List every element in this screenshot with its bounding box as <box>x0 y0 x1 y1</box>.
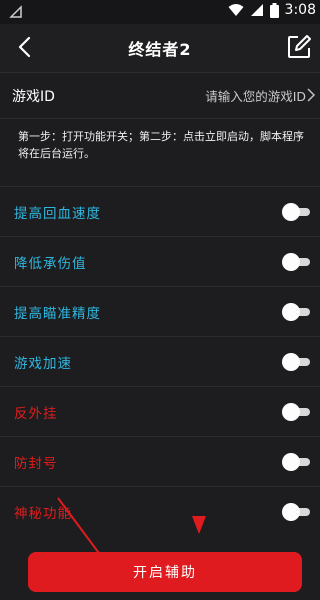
toggle-switch[interactable] <box>282 453 310 471</box>
page-title: 终结者2 <box>128 40 192 59</box>
chevron-right-icon <box>307 88 316 102</box>
feature-row-mystery[interactable]: 神秘功能 <box>0 486 320 537</box>
feature-row-aim-accuracy[interactable]: 提高瞄准精度 <box>0 286 320 337</box>
feature-label: 降低承伤值 <box>14 256 87 272</box>
start-assist-label: 开启辅助 <box>133 565 197 581</box>
notification-icon <box>9 5 22 18</box>
feature-row-damage-reduction[interactable]: 降低承伤值 <box>0 236 320 287</box>
feature-label: 防封号 <box>14 456 58 472</box>
game-id-label: 游戏ID <box>12 89 55 105</box>
feature-label: 提高瞄准精度 <box>14 306 101 322</box>
feature-row-anti-cheat[interactable]: 反外挂 <box>0 386 320 437</box>
toggle-switch[interactable] <box>282 353 310 371</box>
title-bar: 终结者2 <box>0 24 320 72</box>
wifi-icon <box>228 4 244 16</box>
feature-label: 反外挂 <box>14 406 58 422</box>
toggle-switch[interactable] <box>282 253 310 271</box>
status-icons: 3:08 <box>228 2 316 18</box>
header-divider <box>0 72 320 73</box>
status-bar: 3:08 <box>0 0 320 24</box>
back-arrow-icon[interactable] <box>14 35 38 59</box>
game-id-input[interactable] <box>134 81 308 111</box>
battery-icon <box>269 2 279 18</box>
feature-label: 游戏加速 <box>14 356 72 372</box>
id-divider <box>0 118 320 119</box>
instructions-text: 第一步：打开功能开关；第二步：点击立即启动，脚本程序将在后台运行。 <box>18 130 304 160</box>
game-id-row: 游戏ID <box>0 74 320 118</box>
feature-label: 神秘功能 <box>14 506 72 522</box>
toggle-switch[interactable] <box>282 303 310 321</box>
signal-icon <box>250 4 263 16</box>
feature-row-anti-ban[interactable]: 防封号 <box>0 436 320 487</box>
start-assist-button[interactable]: 开启辅助 <box>28 552 302 592</box>
toggle-switch[interactable] <box>282 203 310 221</box>
feature-row-game-speed[interactable]: 游戏加速 <box>0 336 320 387</box>
edit-icon[interactable] <box>286 34 312 60</box>
status-time: 3:08 <box>284 2 316 18</box>
toggle-switch[interactable] <box>282 403 310 421</box>
toggle-switch[interactable] <box>282 503 310 521</box>
feature-label: 提高回血速度 <box>14 206 101 222</box>
feature-row-heal-speed[interactable]: 提高回血速度 <box>0 186 320 237</box>
